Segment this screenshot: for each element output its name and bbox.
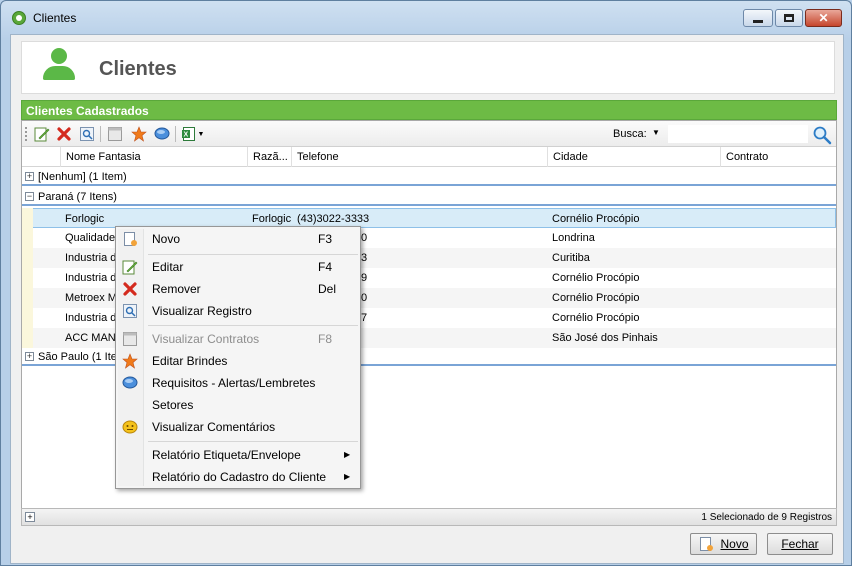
- svg-text:X: X: [184, 132, 189, 139]
- comments-icon: [122, 419, 138, 435]
- search-button[interactable]: [812, 125, 832, 145]
- fechar-button[interactable]: Fechar: [767, 533, 833, 555]
- remove-icon: [57, 127, 71, 141]
- gifts-star-icon: [122, 353, 138, 369]
- view-record-button[interactable]: [78, 125, 96, 143]
- footer-expand-icon[interactable]: +: [25, 512, 35, 522]
- group-row-nenhum[interactable]: + [Nenhum] (1 Item): [22, 168, 836, 186]
- remove-button[interactable]: [55, 125, 73, 143]
- menu-item-visualizar-registro[interactable]: Visualizar Registro: [118, 301, 358, 321]
- minimize-button[interactable]: [743, 9, 773, 27]
- novo-button[interactable]: Novo: [690, 533, 757, 555]
- grid-footer: + 1 Selecionado de 9 Registros: [21, 508, 837, 526]
- gifts-button[interactable]: [130, 125, 148, 143]
- app-logo-icon: [12, 11, 26, 25]
- clientes-window: Clientes ✕ Clientes Clientes Cadastrados: [0, 0, 852, 566]
- contracts-icon: [122, 331, 138, 347]
- column-header-nome[interactable]: Nome Fantasia ⇧: [60, 147, 252, 167]
- group-row-parana[interactable]: − Paraná (7 Itens): [22, 188, 836, 206]
- new-record-icon: [122, 231, 138, 247]
- fechar-button-label: Fechar: [781, 537, 819, 551]
- menu-item-requisitos[interactable]: Requisitos - Alertas/Lembretes: [118, 373, 358, 393]
- column-header-telefone[interactable]: Telefone: [291, 147, 547, 167]
- expand-icon[interactable]: +: [25, 352, 34, 361]
- column-header-cidade[interactable]: Cidade: [547, 147, 720, 167]
- menu-item-novo[interactable]: Novo F3: [118, 229, 358, 249]
- toolbar-grip[interactable]: [25, 127, 27, 141]
- close-button[interactable]: ✕: [805, 9, 842, 27]
- menu-item-editar[interactable]: Editar F4: [118, 257, 358, 277]
- edit-icon: [122, 259, 138, 275]
- minimize-icon: [753, 19, 763, 23]
- page-title: Clientes: [99, 58, 177, 80]
- search-options-dropdown[interactable]: ▼: [652, 128, 660, 137]
- collapse-icon[interactable]: −: [25, 192, 34, 201]
- comment-bubble-icon: [122, 375, 138, 391]
- expand-icon[interactable]: +: [25, 172, 34, 181]
- menu-item-setores[interactable]: Setores: [118, 395, 358, 415]
- search-label: Busca:: [613, 128, 647, 140]
- search-input[interactable]: [668, 125, 808, 143]
- close-icon: ✕: [818, 11, 829, 25]
- table-row[interactable]: Forlogic Forlogic (43)3022-3333 Cornélio…: [22, 208, 836, 228]
- panel-title: Clientes Cadastrados: [21, 100, 837, 120]
- contracts-icon: [108, 127, 122, 141]
- menu-item-relatorio-etiqueta[interactable]: Relatório Etiqueta/Envelope ▶: [118, 445, 358, 465]
- comment-bubble-icon: [154, 127, 170, 140]
- column-headers: Nome Fantasia ⇧ Razã... Telefone Cidade …: [22, 147, 836, 167]
- novo-button-label: Novo: [720, 537, 749, 551]
- search-icon: [813, 126, 832, 145]
- new-record-icon: [700, 537, 714, 551]
- menu-item-remover[interactable]: Remover Del: [118, 279, 358, 299]
- submenu-arrow-icon: ▶: [344, 472, 351, 481]
- grid-toolbar: X ▼ Busca: ▼: [22, 121, 836, 147]
- maximize-icon: [784, 14, 794, 22]
- view-record-icon: [80, 127, 94, 141]
- submenu-arrow-icon: ▶: [344, 450, 351, 459]
- menu-item-editar-brindes[interactable]: Editar Brindes: [118, 351, 358, 371]
- window-title: Clientes: [33, 11, 77, 25]
- remove-icon: [122, 281, 138, 297]
- gifts-star-icon: [131, 126, 147, 142]
- edit-button[interactable]: [33, 125, 51, 143]
- menu-item-relatorio-cadastro[interactable]: Relatório do Cadastro do Cliente ▶: [118, 467, 358, 487]
- excel-dropdown-arrow[interactable]: ▼: [196, 125, 206, 143]
- menu-item-visualizar-comentarios[interactable]: Visualizar Comentários: [118, 417, 358, 437]
- view-record-icon: [122, 303, 138, 319]
- title-bar[interactable]: Clientes ✕: [1, 1, 851, 35]
- maximize-button[interactable]: [775, 9, 803, 27]
- menu-item-visualizar-contratos: Visualizar Contratos F8: [118, 329, 358, 349]
- excel-export-icon: X: [182, 127, 195, 141]
- record-count-status: 1 Selecionado de 9 Registros: [701, 512, 832, 523]
- column-header-razao[interactable]: Razã...: [247, 147, 291, 167]
- column-header-contrato[interactable]: Contrato: [720, 147, 836, 167]
- person-icon: [42, 48, 76, 82]
- header-panel: Clientes: [21, 41, 835, 94]
- contracts-button[interactable]: [106, 125, 124, 143]
- edit-icon: [34, 127, 50, 142]
- context-menu: Novo F3 Editar F4 Remover Del Visualizar…: [115, 226, 361, 489]
- alerts-button[interactable]: [153, 125, 171, 143]
